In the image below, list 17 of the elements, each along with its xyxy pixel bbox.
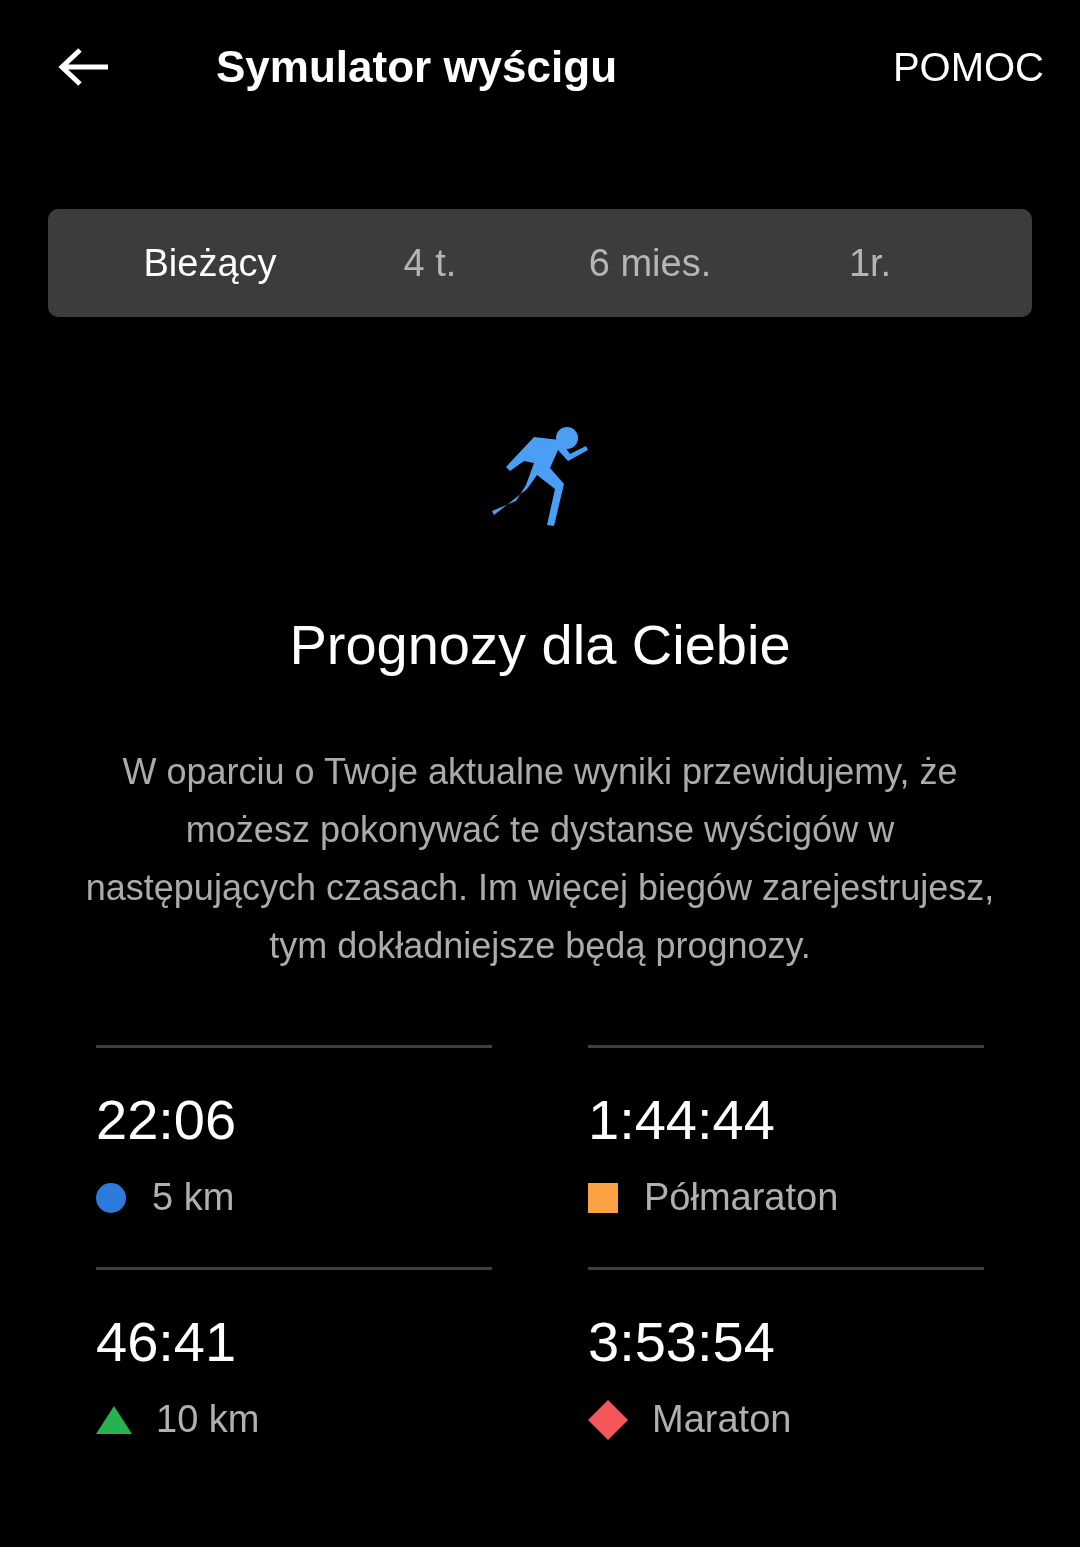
distance-label: 10 km bbox=[156, 1398, 260, 1441]
period-tab[interactable]: 6 mies. bbox=[588, 233, 712, 293]
period-tab[interactable]: 1r. bbox=[848, 233, 892, 293]
predicted-time: 1:44:44 bbox=[588, 1092, 776, 1148]
description-text: W oparciu o Twoje aktualne wyniki przewidujemy, że możesz pokonywać te dystanse wyścigów w następujących czasach. Im więcej biegów zarejestrujesz, tym dokładniejsze będą prognozy. bbox=[84, 750, 996, 968]
distance-label: Maraton bbox=[652, 1398, 792, 1441]
period-tab[interactable]: 4 t. bbox=[403, 233, 457, 293]
predicted-time: 22:06 bbox=[96, 1092, 238, 1148]
help-button[interactable]: POMOC bbox=[892, 44, 1044, 90]
back-icon[interactable] bbox=[58, 47, 110, 87]
distance-label: Półmaraton bbox=[644, 1176, 839, 1219]
runner-icon bbox=[492, 427, 588, 529]
predicted-time: 46:41 bbox=[96, 1314, 238, 1370]
period-tab[interactable]: Bieżący bbox=[143, 233, 277, 293]
predicted-time: 3:53:54 bbox=[588, 1314, 776, 1370]
distance-label: 5 km bbox=[152, 1176, 235, 1219]
screen-title: Symulator wyścigu bbox=[216, 42, 618, 92]
